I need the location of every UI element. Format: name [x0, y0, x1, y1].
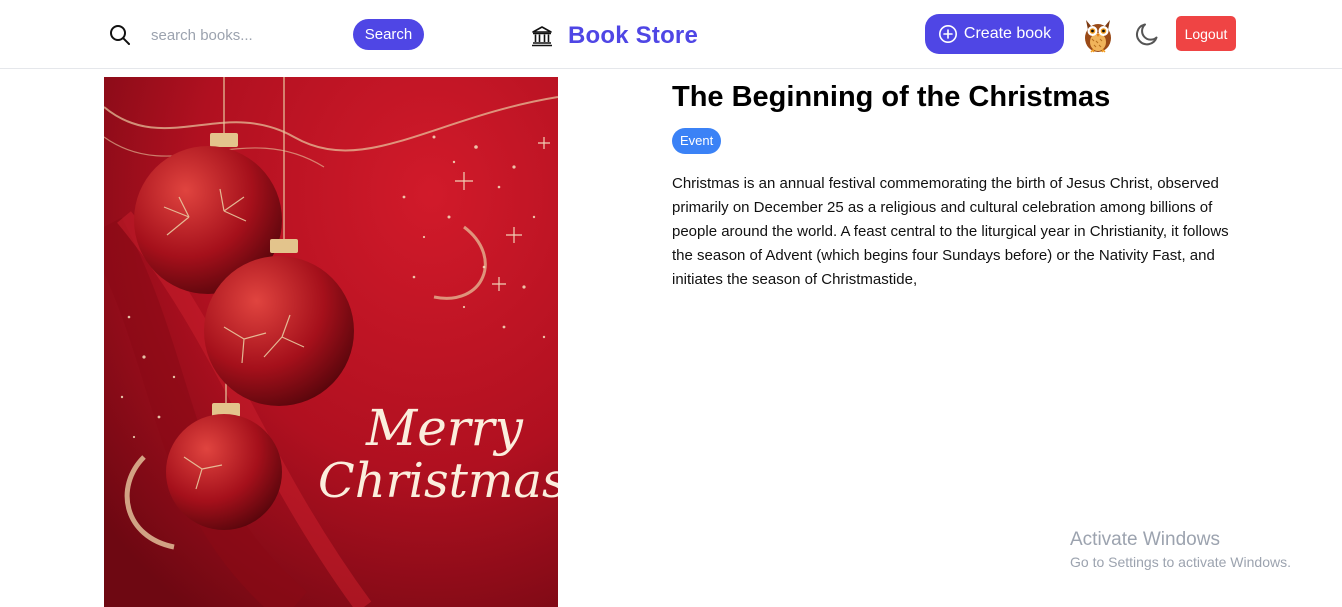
moon-icon[interactable]	[1134, 20, 1162, 48]
cover-merry-text: Merry	[365, 399, 524, 457]
book-detail: The Beginning of the Christmas Event Chr…	[672, 80, 1242, 292]
watermark-subtitle: Go to Settings to activate Windows.	[1070, 554, 1291, 570]
cover-christmas-text: Christmas	[318, 453, 558, 509]
brand[interactable]: Book Store	[530, 20, 698, 52]
brand-title: Book Store	[568, 22, 699, 49]
create-book-button[interactable]: Create book	[925, 14, 1064, 54]
search-icon[interactable]	[108, 23, 132, 47]
logout-button[interactable]: Logout	[1176, 16, 1236, 51]
search-input[interactable]	[140, 20, 340, 50]
top-navbar: Search Book Store Create book	[0, 0, 1342, 69]
create-book-label: Create book	[963, 25, 1052, 42]
owl-avatar[interactable]	[1080, 14, 1116, 54]
bank-icon	[532, 26, 552, 47]
watermark-title: Activate Windows	[1070, 529, 1220, 550]
plus-circle-icon	[938, 25, 957, 43]
category-badge: Event	[672, 128, 722, 154]
book-description: Christmas is an annual festival commemor…	[672, 175, 1229, 288]
activation-watermark: Activate Windows Go to Settings to activ…	[1070, 528, 1291, 572]
search-button[interactable]: Search	[353, 19, 424, 50]
book-title: The Beginning of the Christmas	[672, 81, 1111, 113]
book-cover-image: Merry Christmas	[104, 77, 558, 607]
